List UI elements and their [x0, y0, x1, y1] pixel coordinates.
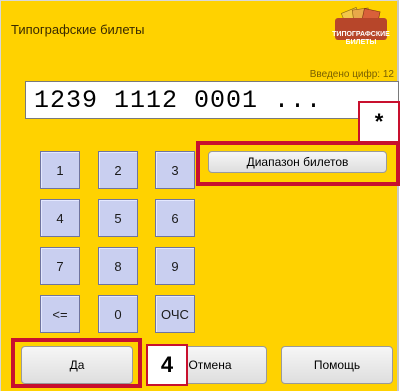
logo-text-line2: БИЛЕТЫ	[345, 39, 377, 46]
ticket-number-field[interactable]: 1239 1112 0001 ...	[25, 81, 399, 119]
range-button-highlight	[196, 141, 400, 186]
key-2[interactable]: 2	[98, 151, 138, 189]
step-marker-4: 4	[146, 344, 188, 386]
key-6[interactable]: 6	[155, 199, 195, 237]
logo-text-line1: ТИПОГРАФСКИЕ	[332, 31, 390, 38]
key-1[interactable]: 1	[40, 151, 80, 189]
typographic-tickets-logo: ТИПОГРАФСКИЕ БИЛЕТЫ	[323, 6, 399, 50]
step-marker-star: *	[358, 101, 400, 143]
key-backspace[interactable]: <=	[40, 295, 80, 333]
key-0[interactable]: 0	[98, 295, 138, 333]
window-title: Типографские билеты	[11, 22, 145, 37]
key-clear[interactable]: ОЧС	[155, 295, 195, 333]
key-9[interactable]: 9	[155, 247, 195, 285]
logo-text: ТИПОГРАФСКИЕ БИЛЕТЫ	[323, 31, 399, 47]
key-3[interactable]: 3	[155, 151, 195, 189]
help-button[interactable]: Помощь	[281, 346, 393, 384]
key-8[interactable]: 8	[98, 247, 138, 285]
key-5[interactable]: 5	[98, 199, 138, 237]
ok-button-highlight	[11, 338, 142, 388]
key-4[interactable]: 4	[40, 199, 80, 237]
ticket-number-value: 1239 1112 0001 ...	[34, 86, 323, 115]
digits-entered-counter: Введено цифр: 12	[309, 69, 394, 80]
ticket-entry-window: Типографские билеты ТИПОГРАФСКИЕ БИЛЕТЫ …	[0, 0, 400, 391]
key-7[interactable]: 7	[40, 247, 80, 285]
